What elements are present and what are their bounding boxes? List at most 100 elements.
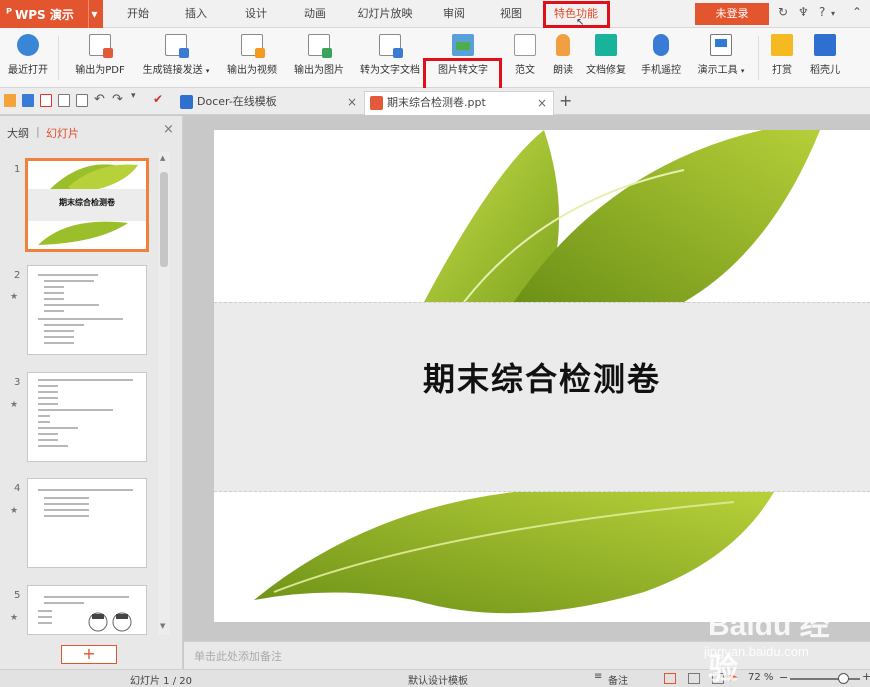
tab-docer-templates[interactable]: Docer-在线模板 × bbox=[175, 91, 363, 115]
refresh-icon[interactable]: ↻ bbox=[778, 5, 788, 19]
add-slide-button[interactable]: + bbox=[61, 645, 117, 664]
ribbon-label: 朗读 bbox=[553, 65, 573, 76]
slideshow-play-icon[interactable]: ▶ bbox=[730, 672, 738, 683]
slide-number: 1 bbox=[14, 164, 21, 175]
template-name: 默认设计模板 bbox=[408, 676, 468, 687]
zoom-slider[interactable] bbox=[790, 678, 860, 680]
notes-toggle[interactable]: 备注 bbox=[608, 672, 628, 687]
ribbon-label: 打赏 bbox=[772, 65, 792, 76]
redo-icon[interactable]: ↷ bbox=[112, 92, 123, 107]
sample-text-button[interactable]: 范文 bbox=[507, 32, 543, 84]
slide-sorter-icon[interactable] bbox=[688, 673, 700, 684]
phone-remote-button[interactable]: 手机遥控 bbox=[636, 32, 686, 84]
reward-button[interactable]: 打赏 bbox=[766, 32, 798, 84]
scroll-down-icon[interactable]: ▼ bbox=[160, 622, 165, 630]
ribbon-label: 最近打开 bbox=[8, 65, 48, 76]
slide-thumbnail-1[interactable]: 期末综合检测卷 bbox=[25, 158, 149, 252]
open-folder-icon[interactable] bbox=[4, 94, 16, 107]
recent-open-button[interactable]: 最近打开 bbox=[4, 32, 52, 84]
ribbon-label: 输出为图片 bbox=[294, 65, 344, 76]
wps-logo-icon: ᴾ bbox=[6, 6, 12, 22]
tab-design[interactable]: 设计 bbox=[236, 0, 276, 28]
chevron-down-icon[interactable]: ▾ bbox=[831, 9, 835, 18]
chevron-down-icon: ▾ bbox=[205, 67, 210, 75]
face-diagram-graphic bbox=[88, 612, 132, 632]
check-icon[interactable]: ✔ bbox=[153, 92, 163, 106]
document-repair-icon bbox=[595, 34, 617, 56]
presentation-tools-button[interactable]: 演示工具 ▾ bbox=[692, 32, 750, 84]
export-video-button[interactable]: 输出为视频 bbox=[221, 32, 283, 84]
notes-pane[interactable]: 单击此处添加备注 bbox=[184, 641, 870, 669]
tab-label: Docer-在线模板 bbox=[197, 95, 277, 108]
slide-number: 3 bbox=[14, 377, 21, 388]
slide-number: 4 bbox=[14, 483, 21, 494]
app-menu-button[interactable]: ᴾ WPS 演示 ▼ bbox=[0, 0, 103, 28]
export-image-button[interactable]: 输出为图片 bbox=[288, 32, 350, 84]
slide-thumbnail-4[interactable] bbox=[27, 478, 147, 568]
reading-view-icon[interactable] bbox=[712, 673, 724, 684]
notes-icon[interactable]: ≡ bbox=[594, 671, 602, 682]
zoom-level: 72 % bbox=[748, 672, 774, 683]
zoom-slider-handle[interactable] bbox=[838, 673, 849, 684]
slide-thumbnail-2[interactable] bbox=[27, 265, 147, 355]
docer-icon bbox=[814, 34, 836, 56]
print-preview-icon[interactable] bbox=[76, 94, 88, 107]
tab-slides[interactable]: 幻灯片 bbox=[46, 125, 79, 141]
help-icon[interactable]: ? bbox=[819, 5, 825, 19]
normal-view-icon[interactable] bbox=[664, 673, 676, 684]
tab-insert[interactable]: 插入 bbox=[176, 0, 216, 28]
tab-outline[interactable]: 大纲 bbox=[7, 125, 29, 141]
panel-header: 大纲 | 幻灯片 × bbox=[0, 116, 183, 144]
scrollbar-thumb[interactable] bbox=[160, 172, 168, 267]
share-link-button[interactable]: 生成链接发送 ▾ bbox=[135, 32, 217, 84]
docer-button[interactable]: 稻壳儿 bbox=[805, 32, 845, 84]
document-repair-button[interactable]: 文档修复 bbox=[583, 32, 629, 84]
app-name: WPS 演示 bbox=[15, 7, 74, 22]
docer-icon bbox=[180, 95, 193, 109]
ribbon-toolbar: 最近打开 输出为PDF 生成链接发送 ▾ 输出为视频 输出为图片 转为文字文档 … bbox=[0, 28, 870, 108]
phone-remote-icon bbox=[653, 34, 669, 56]
slide-number: 2 bbox=[14, 270, 21, 281]
pdf-icon[interactable] bbox=[40, 94, 52, 107]
image-export-icon bbox=[308, 34, 332, 58]
close-icon[interactable]: × bbox=[347, 91, 357, 113]
skin-icon[interactable]: ♆ bbox=[798, 5, 809, 19]
chevron-down-icon[interactable]: ▼ bbox=[88, 0, 100, 28]
tab-current-document[interactable]: 期末综合检测卷.ppt × bbox=[364, 91, 554, 115]
image-to-text-button[interactable]: 图片转文字 bbox=[432, 32, 494, 84]
ribbon-label: 输出为视频 bbox=[227, 65, 277, 76]
chevron-down-icon[interactable]: ▾ bbox=[131, 91, 136, 101]
collapse-ribbon-icon[interactable]: ⌃ bbox=[852, 5, 862, 19]
slide-thumbnail-3[interactable] bbox=[27, 372, 147, 462]
notes-placeholder: 单击此处添加备注 bbox=[194, 650, 282, 663]
zoom-in-icon[interactable]: + bbox=[862, 670, 870, 683]
current-slide[interactable]: 期末综合检测卷 bbox=[214, 130, 870, 622]
microphone-icon bbox=[556, 34, 570, 56]
presentation-tools-icon bbox=[710, 34, 732, 56]
tab-animation[interactable]: 动画 bbox=[295, 0, 335, 28]
reward-icon bbox=[771, 34, 793, 56]
pdf-export-icon bbox=[89, 34, 113, 58]
read-aloud-button[interactable]: 朗读 bbox=[545, 32, 581, 84]
image-to-text-icon bbox=[452, 34, 474, 56]
zoom-out-icon[interactable]: − bbox=[779, 671, 788, 684]
convert-to-doc-button[interactable]: 转为文字文档 bbox=[354, 32, 426, 84]
tab-label: 期末综合检测卷.ppt bbox=[387, 96, 486, 109]
tab-slideshow[interactable]: 幻灯片放映 bbox=[350, 0, 420, 28]
export-pdf-button[interactable]: 输出为PDF bbox=[68, 32, 132, 84]
slide-title[interactable]: 期末综合检测卷 bbox=[214, 354, 870, 400]
tab-start[interactable]: 开始 bbox=[118, 0, 158, 28]
menu-bar: ᴾ WPS 演示 ▼ 开始 插入 设计 动画 幻灯片放映 审阅 视图 特色功能 … bbox=[0, 0, 870, 28]
scroll-up-icon[interactable]: ▲ bbox=[160, 154, 165, 162]
slide-thumbnail-5[interactable] bbox=[27, 585, 147, 635]
print-icon[interactable] bbox=[58, 94, 70, 107]
tab-view[interactable]: 视图 bbox=[491, 0, 531, 28]
tab-review[interactable]: 审阅 bbox=[434, 0, 474, 28]
undo-icon[interactable]: ↶ bbox=[94, 92, 105, 107]
save-icon[interactable] bbox=[22, 94, 34, 107]
close-icon[interactable]: × bbox=[163, 122, 174, 137]
close-icon[interactable]: × bbox=[537, 92, 547, 114]
login-button[interactable]: 未登录 bbox=[695, 3, 769, 25]
panel-scrollbar[interactable]: ▲ ▼ bbox=[158, 152, 170, 635]
new-tab-button[interactable]: + bbox=[559, 91, 572, 110]
